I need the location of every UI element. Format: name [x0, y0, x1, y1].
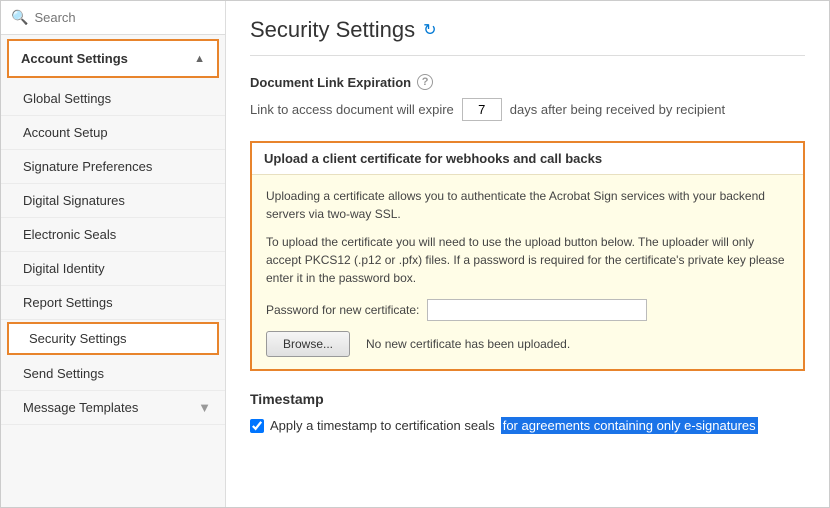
- cert-upload-box: Upload a client certificate for webhooks…: [250, 141, 805, 371]
- cert-desc2: To upload the certificate you will need …: [266, 233, 789, 287]
- page-title: Security Settings: [250, 17, 415, 43]
- expiry-days-input[interactable]: [462, 98, 502, 121]
- cert-box-body: Uploading a certificate allows you to au…: [252, 175, 803, 369]
- search-bar: 🔍: [1, 1, 225, 35]
- search-input[interactable]: [34, 10, 215, 25]
- expiry-suffix: days after being received by recipient: [510, 102, 725, 117]
- sidebar-item-digital-signatures[interactable]: Digital Signatures: [1, 184, 225, 218]
- sidebar-item-message-templates[interactable]: Message Templates ▼: [1, 391, 225, 425]
- search-icon: 🔍: [11, 9, 28, 26]
- cert-password-input[interactable]: [427, 299, 647, 321]
- account-settings-label: Account Settings: [21, 51, 128, 66]
- sidebar-item-report-settings[interactable]: Report Settings: [1, 286, 225, 320]
- chevron-up-icon: ▲: [194, 53, 205, 65]
- sidebar-item-global-settings[interactable]: Global Settings: [1, 82, 225, 116]
- cert-box-title: Upload a client certificate for webhooks…: [252, 143, 803, 175]
- help-icon[interactable]: ?: [417, 74, 433, 90]
- sidebar: 🔍 Account Settings ▲ Global Settings Acc…: [1, 1, 226, 507]
- no-cert-text: No new certificate has been uploaded.: [366, 337, 570, 351]
- app-container: 🔍 Account Settings ▲ Global Settings Acc…: [0, 0, 830, 508]
- main-content: Security Settings ↻ Document Link Expira…: [226, 1, 829, 507]
- sidebar-item-signature-preferences[interactable]: Signature Preferences: [1, 150, 225, 184]
- browse-button[interactable]: Browse...: [266, 331, 350, 357]
- expiry-row: Link to access document will expire days…: [250, 98, 805, 121]
- timestamp-section: Timestamp Apply a timestamp to certifica…: [250, 391, 805, 434]
- cert-password-row: Password for new certificate:: [266, 299, 789, 321]
- cert-browse-row: Browse... No new certificate has been up…: [266, 331, 789, 357]
- timestamp-label-highlight: for agreements containing only e-signatu…: [501, 417, 758, 434]
- sidebar-item-digital-identity[interactable]: Digital Identity: [1, 252, 225, 286]
- chevron-down-icon: ▼: [198, 400, 211, 415]
- doc-link-expiration-title: Document Link Expiration: [250, 75, 411, 90]
- doc-link-expiration-section: Document Link Expiration ?: [250, 74, 805, 90]
- sidebar-nav: Account Settings ▲ Global Settings Accou…: [1, 35, 225, 507]
- expiry-prefix: Link to access document will expire: [250, 102, 454, 117]
- refresh-icon[interactable]: ↻: [423, 20, 436, 40]
- timestamp-label-before: Apply a timestamp to certification seals: [270, 418, 495, 433]
- sidebar-item-send-settings[interactable]: Send Settings: [1, 357, 225, 391]
- timestamp-checkbox[interactable]: [250, 419, 264, 433]
- sidebar-item-electronic-seals[interactable]: Electronic Seals: [1, 218, 225, 252]
- timestamp-row: Apply a timestamp to certification seals…: [250, 417, 805, 434]
- cert-password-label: Password for new certificate:: [266, 303, 419, 317]
- account-settings-group[interactable]: Account Settings ▲: [7, 39, 219, 78]
- timestamp-title: Timestamp: [250, 391, 805, 407]
- sidebar-item-account-setup[interactable]: Account Setup: [1, 116, 225, 150]
- sidebar-item-security-settings[interactable]: Security Settings: [7, 322, 219, 355]
- page-title-row: Security Settings ↻: [250, 17, 805, 56]
- cert-desc1: Uploading a certificate allows you to au…: [266, 187, 789, 223]
